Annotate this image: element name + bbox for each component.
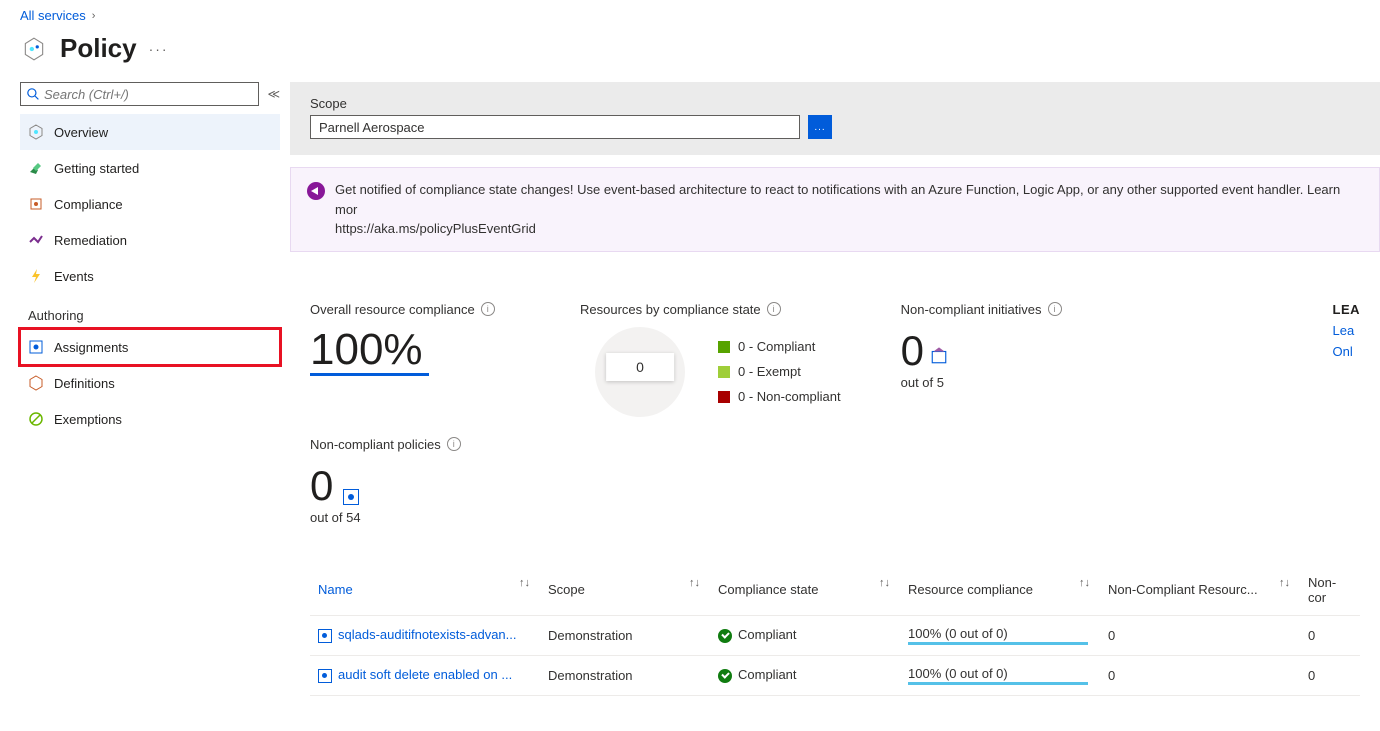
remediation-icon — [28, 232, 44, 248]
sidebar-item-assignments[interactable]: Assignments — [20, 329, 280, 365]
cell-noncompliant-resources: 0 — [1100, 615, 1300, 655]
policy-row-icon — [318, 629, 332, 643]
info-icon[interactable]: i — [767, 302, 781, 316]
info-icon[interactable]: i — [447, 437, 461, 451]
policy-icon — [20, 35, 48, 63]
banner-link[interactable]: https://aka.ms/policyPlusEventGrid — [335, 221, 536, 236]
sidebar-item-definitions[interactable]: Definitions — [20, 365, 280, 401]
megaphone-icon — [307, 182, 325, 200]
col-noncompliant-resources[interactable]: Non-Compliant Resourc...↑↓ — [1100, 565, 1300, 616]
sidebar-section-authoring: Authoring — [20, 294, 280, 329]
definitions-icon — [28, 375, 44, 391]
col-last[interactable]: Non-cor — [1300, 565, 1360, 616]
banner-text: Get notified of compliance state changes… — [335, 182, 1340, 217]
cell-scope: Demonstration — [540, 615, 710, 655]
breadcrumb-all-services[interactable]: All services — [20, 8, 86, 23]
legend-noncompliant: 0 - Non-compliant — [718, 389, 841, 404]
noncompliant-policies-sub: out of 54 — [310, 510, 1360, 525]
overall-compliance-title: Overall resource compliance — [310, 302, 475, 317]
sidebar-item-label: Remediation — [54, 233, 127, 248]
cell-name[interactable]: sqlads-auditifnotexists-advan... — [310, 615, 540, 655]
sort-icon: ↑↓ — [519, 577, 530, 589]
noncompliant-initiatives-value: 0 — [901, 327, 924, 375]
check-icon — [718, 669, 732, 683]
sidebar-item-label: Compliance — [54, 197, 123, 212]
legend-compliant: 0 - Compliant — [718, 339, 841, 354]
compliance-table: Name↑↓ Scope↑↓ Compliance state↑↓ Resour… — [310, 565, 1360, 696]
sidebar-item-remediation[interactable]: Remediation — [20, 222, 280, 258]
cell-resource-compliance: 100% (0 out of 0) — [900, 655, 1100, 695]
overview-icon — [28, 124, 44, 140]
col-resource-compliance[interactable]: Resource compliance↑↓ — [900, 565, 1100, 616]
collapse-sidebar-button[interactable]: ≪ — [267, 87, 280, 101]
exemptions-icon — [28, 411, 44, 427]
sidebar-item-label: Exemptions — [54, 412, 122, 427]
noncompliant-initiatives-sub: out of 5 — [901, 375, 1062, 390]
cell-last: 0 — [1300, 615, 1360, 655]
cell-name[interactable]: audit soft delete enabled on ... — [310, 655, 540, 695]
cell-noncompliant-resources: 0 — [1100, 655, 1300, 695]
sidebar-item-compliance[interactable]: Compliance — [20, 186, 280, 222]
cell-resource-compliance: 100% (0 out of 0) — [900, 615, 1100, 655]
sidebar-item-overview[interactable]: Overview — [20, 114, 280, 150]
resources-by-state-title: Resources by compliance state — [580, 302, 761, 317]
sidebar-item-getting-started[interactable]: Getting started — [20, 150, 280, 186]
sidebar-item-label: Assignments — [54, 340, 128, 355]
learn-heading: LEA — [1333, 302, 1361, 317]
sidebar-item-events[interactable]: Events — [20, 258, 280, 294]
learn-link-2[interactable]: Onl — [1333, 344, 1361, 359]
assignments-icon — [28, 339, 44, 355]
col-scope[interactable]: Scope↑↓ — [540, 565, 710, 616]
compliance-donut-chart: 0 — [580, 327, 700, 417]
events-icon — [28, 268, 44, 284]
more-menu-button[interactable]: ··· — [149, 41, 169, 57]
policy-row-icon — [318, 669, 332, 683]
check-icon — [718, 629, 732, 643]
scope-input[interactable]: Parnell Aerospace — [310, 115, 800, 139]
policy-small-icon — [343, 489, 359, 505]
compliance-icon — [28, 196, 44, 212]
noncompliant-initiatives-title: Non-compliant initiatives — [901, 302, 1042, 317]
legend-exempt: 0 - Exempt — [718, 364, 841, 379]
scope-label: Scope — [310, 96, 1360, 111]
col-compliance-state[interactable]: Compliance state↑↓ — [710, 565, 900, 616]
initiative-icon — [930, 327, 948, 375]
col-name[interactable]: Name↑↓ — [310, 565, 540, 616]
sidebar-item-label: Getting started — [54, 161, 139, 176]
scope-picker-button[interactable]: ... — [808, 115, 832, 139]
sidebar-item-label: Overview — [54, 125, 108, 140]
chevron-right-icon: › — [92, 10, 96, 22]
sidebar-search-box[interactable] — [20, 82, 259, 106]
cell-last: 0 — [1300, 655, 1360, 695]
noncompliant-policies-title: Non-compliant policies — [310, 437, 441, 452]
info-icon[interactable]: i — [481, 302, 495, 316]
info-icon[interactable]: i — [1048, 302, 1062, 316]
notification-banner: Get notified of compliance state changes… — [290, 167, 1380, 252]
donut-center-value: 0 — [606, 353, 674, 381]
cell-scope: Demonstration — [540, 655, 710, 695]
sidebar-item-label: Events — [54, 269, 94, 284]
sort-icon: ↑↓ — [689, 577, 700, 589]
sort-icon: ↑↓ — [879, 577, 890, 589]
search-icon — [27, 88, 40, 101]
sort-icon: ↑↓ — [1079, 577, 1090, 589]
learn-link-1[interactable]: Lea — [1333, 323, 1361, 338]
table-row[interactable]: audit soft delete enabled on ...Demonstr… — [310, 655, 1360, 695]
sort-icon: ↑↓ — [1279, 577, 1290, 589]
cell-state: Compliant — [710, 655, 900, 695]
page-title: Policy — [60, 33, 137, 64]
search-input[interactable] — [40, 87, 252, 102]
rocket-icon — [28, 160, 44, 176]
sidebar-item-exemptions[interactable]: Exemptions — [20, 401, 280, 437]
table-row[interactable]: sqlads-auditifnotexists-advan...Demonstr… — [310, 615, 1360, 655]
sidebar-item-label: Definitions — [54, 376, 115, 391]
noncompliant-policies-value: 0 — [310, 462, 333, 510]
overall-compliance-value: 100% — [310, 327, 429, 376]
cell-state: Compliant — [710, 615, 900, 655]
